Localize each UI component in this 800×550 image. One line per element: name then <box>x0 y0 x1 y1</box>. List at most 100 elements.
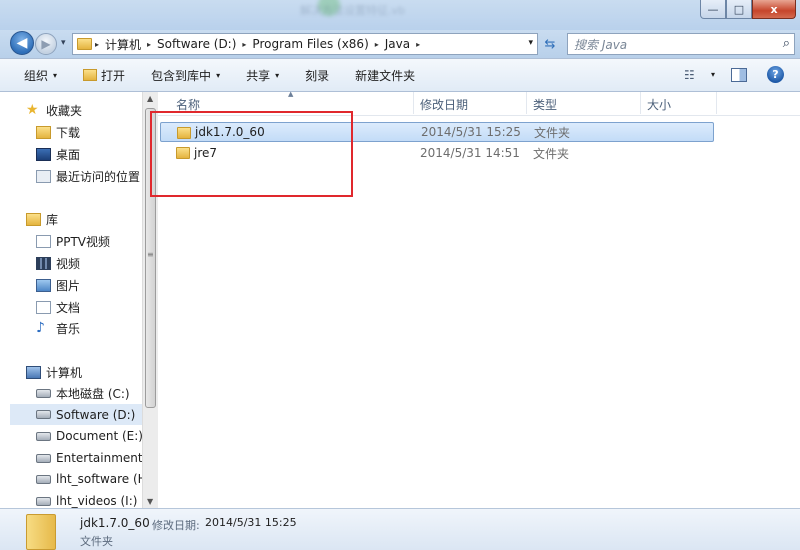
sidebar-item-drive-h[interactable]: lht_software (H: <box>36 472 142 486</box>
share-label: 共享 <box>246 68 271 83</box>
sidebar-item-music[interactable]: ♪ 音乐 <box>36 320 80 337</box>
background-window-title: 解决方法设置特征.vb <box>300 4 405 17</box>
search-input[interactable]: 搜索 Java ⌕ <box>567 33 795 55</box>
breadcrumb-separator[interactable]: ▸ <box>92 40 102 49</box>
sidebar-item-recent-places[interactable]: 最近访问的位置 <box>36 168 140 185</box>
share-button[interactable]: 共享 ▾ <box>246 67 279 84</box>
forward-button[interactable]: ▶ <box>35 33 57 55</box>
organize-button[interactable]: 组织 ▾ <box>24 67 57 84</box>
window-controls: — □ x <box>700 0 796 19</box>
include-library-label: 包含到库中 <box>151 68 212 83</box>
sidebar-item-desktop[interactable]: 桌面 <box>36 146 80 163</box>
sidebar-item-label: 收藏夹 <box>46 104 83 118</box>
documents-library-icon <box>36 301 51 314</box>
downloads-icon <box>36 126 51 139</box>
close-button[interactable]: x <box>752 0 796 19</box>
column-header-type[interactable]: 类型 <box>533 96 557 114</box>
column-header-date[interactable]: 修改日期 <box>420 96 468 114</box>
refresh-button[interactable]: ⇆ <box>540 34 560 54</box>
drive-icon <box>36 410 51 419</box>
drive-icon <box>36 496 51 506</box>
sidebar-item-libraries[interactable]: 库 <box>26 211 58 228</box>
details-pane: jdk1.7.0_60 修改日期: 2014/5/31 15:25 文件夹 <box>0 508 800 550</box>
chevron-down-icon: ▾ <box>275 70 280 80</box>
sidebar-item-label: Entertainment ( <box>56 451 142 465</box>
sidebar-item-label: Document (E:) <box>56 429 142 443</box>
open-button[interactable]: 打开 <box>83 67 125 84</box>
sidebar-item-videos[interactable]: 视频 <box>36 255 80 272</box>
file-date: 2014/5/31 14:51 <box>420 146 520 160</box>
scroll-down-arrow[interactable]: ▼ <box>147 497 153 506</box>
large-folder-icon <box>26 514 56 550</box>
scroll-grip-icon: ≡ <box>147 250 154 259</box>
search-icon[interactable]: ⌕ <box>783 36 790 51</box>
view-controls: ☷ ▾ ? <box>684 66 784 83</box>
sidebar-item-downloads[interactable]: 下载 <box>36 124 80 141</box>
details-file-type: 文件夹 <box>80 535 113 548</box>
breadcrumb-separator[interactable]: ▸ <box>239 40 249 49</box>
sidebar-item-drive-i[interactable]: lht_videos (I:) <box>36 494 137 508</box>
burn-button[interactable]: 刻录 <box>305 67 329 84</box>
pptv-library-icon <box>36 235 51 248</box>
star-icon: ★ <box>26 102 39 118</box>
library-icon <box>26 213 41 226</box>
breadcrumb-separator[interactable]: ▸ <box>144 40 154 49</box>
maximize-button[interactable]: □ <box>726 0 752 19</box>
view-dropdown[interactable]: ▾ <box>711 70 715 79</box>
open-label: 打开 <box>101 68 126 83</box>
column-header-size[interactable]: 大小 <box>647 96 671 114</box>
file-type: 文件夹 <box>533 146 570 161</box>
sidebar-item-label: 下载 <box>56 126 81 140</box>
address-dropdown[interactable]: ▾ <box>528 38 533 48</box>
sidebar-item-drive-d[interactable]: Software (D:) <box>10 404 142 425</box>
new-folder-button[interactable]: 新建文件夹 <box>355 67 415 84</box>
file-type: 文件夹 <box>534 125 571 140</box>
sidebar-item-computer[interactable]: 计算机 <box>26 364 82 381</box>
back-button[interactable]: ◀ <box>10 31 34 55</box>
sidebar-item-label: 桌面 <box>56 148 81 162</box>
sidebar-item-drive-e[interactable]: Document (E:) <box>36 429 142 443</box>
drive-icon <box>36 453 51 463</box>
view-icon[interactable]: ☷ <box>684 68 700 82</box>
computer-icon <box>26 366 41 379</box>
sidebar-item-label: 库 <box>46 213 59 227</box>
column-divider[interactable] <box>716 92 717 114</box>
sidebar-item-pictures[interactable]: 图片 <box>36 277 80 294</box>
breadcrumb-java[interactable]: Java <box>382 37 413 51</box>
open-folder-icon <box>83 69 98 81</box>
sidebar-item-label: lht_software (H: <box>56 472 142 486</box>
pictures-library-icon <box>36 279 51 292</box>
details-date-label: 修改日期: <box>152 519 200 532</box>
include-in-library-button[interactable]: 包含到库中 ▾ <box>151 67 220 84</box>
music-icon: ♪ <box>36 320 45 336</box>
breadcrumb-separator[interactable]: ▸ <box>372 40 382 49</box>
burn-label: 刻录 <box>305 68 330 83</box>
chevron-down-icon: ▾ <box>216 70 221 80</box>
recent-pages-dropdown[interactable]: ▾ <box>61 38 66 48</box>
sidebar-item-label: 音乐 <box>56 322 81 336</box>
sidebar-item-drive-entertainment[interactable]: Entertainment ( <box>36 451 142 465</box>
breadcrumb-software-d[interactable]: Software (D:) <box>154 37 239 51</box>
help-icon[interactable]: ? <box>767 66 784 83</box>
breadcrumb-separator[interactable]: ▸ <box>413 40 423 49</box>
breadcrumb: 计算机 ▸ Software (D:) ▸ Program Files (x86… <box>102 36 423 53</box>
scroll-up-arrow[interactable]: ▲ <box>147 94 153 103</box>
organize-label: 组织 <box>24 68 49 83</box>
column-divider[interactable] <box>640 92 641 114</box>
address-bar[interactable]: ▸ 计算机 ▸ Software (D:) ▸ Program Files (x… <box>72 33 538 55</box>
sidebar-item-pptv-videos[interactable]: PPTV视频 <box>36 233 110 250</box>
sidebar-item-documents[interactable]: 文档 <box>36 299 80 316</box>
preview-pane-icon[interactable] <box>731 67 747 82</box>
title-bar: 解决方法设置特征.vb — □ x <box>0 0 800 30</box>
breadcrumb-program-files[interactable]: Program Files (x86) <box>249 37 371 51</box>
sidebar-item-favorites[interactable]: ★ 收藏夹 <box>26 102 82 119</box>
column-divider[interactable] <box>526 92 527 114</box>
column-divider[interactable] <box>413 92 414 114</box>
navigation-bar: ◀ ▶ ▾ ▸ 计算机 ▸ Software (D:) ▸ Program Fi… <box>0 30 800 58</box>
minimize-button[interactable]: — <box>700 0 726 19</box>
breadcrumb-computer[interactable]: 计算机 <box>102 36 144 53</box>
sidebar-item-label: 文档 <box>56 301 81 315</box>
sidebar-item-drive-c[interactable]: 本地磁盘 (C:) <box>36 385 130 402</box>
sidebar-item-label: 计算机 <box>46 366 83 380</box>
sidebar-item-label: Software (D:) <box>56 407 136 422</box>
